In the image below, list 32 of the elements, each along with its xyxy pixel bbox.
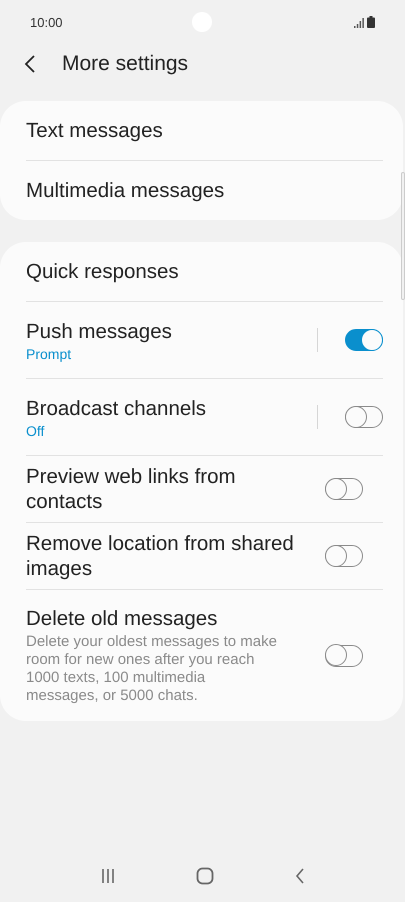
settings-item[interactable]: Push messages Prompt — [26, 301, 383, 378]
recent-apps-icon[interactable] — [100, 868, 116, 884]
toggle-switch[interactable] — [345, 406, 383, 428]
home-icon[interactable] — [196, 867, 214, 885]
settings-item[interactable]: Delete old messages Delete your oldest messages to make room for new ones after you reach 1000 texts, 100 multimedia messages, or 5000 chats. — [26, 589, 383, 721]
page-title: More settings — [62, 52, 188, 76]
item-status: Prompt — [26, 346, 72, 362]
item-title: Preview web links from contacts — [26, 464, 237, 514]
toggle-switch[interactable] — [345, 329, 383, 351]
item-title: Remove location from shared images — [26, 531, 295, 581]
item-title: Multimedia messages — [26, 178, 226, 203]
item-title: Broadcast channels — [26, 396, 208, 420]
toggle-switch[interactable] — [325, 644, 363, 666]
item-title: Text messages — [26, 118, 164, 143]
item-title: Quick responses — [26, 259, 180, 284]
toggle-switch[interactable] — [325, 478, 363, 500]
settings-item[interactable]: Quick responses — [26, 242, 383, 301]
item-description: Delete your oldest messages to make room for new ones after you reach 1000 texts, 100 multimedia messages, or 5000 chats. — [26, 633, 278, 705]
toggle-switch[interactable] — [325, 545, 363, 567]
settings-item[interactable]: Preview web links from contacts — [26, 455, 383, 522]
settings-item[interactable]: Broadcast channels Off — [26, 378, 383, 455]
settings-item[interactable]: Remove location from shared images — [26, 522, 383, 589]
battery-icon — [367, 16, 375, 28]
back-icon — [24, 54, 36, 74]
settings-item[interactable]: Multimedia messages — [26, 160, 383, 220]
status-time: 10:00 — [30, 14, 63, 30]
back-nav-icon[interactable] — [294, 868, 305, 884]
settings-item[interactable]: Text messages — [26, 101, 383, 160]
item-title: Push messages — [26, 318, 173, 344]
item-title: Delete old messages — [26, 606, 218, 631]
item-status: Off — [26, 422, 46, 438]
signal-icon — [354, 18, 364, 28]
